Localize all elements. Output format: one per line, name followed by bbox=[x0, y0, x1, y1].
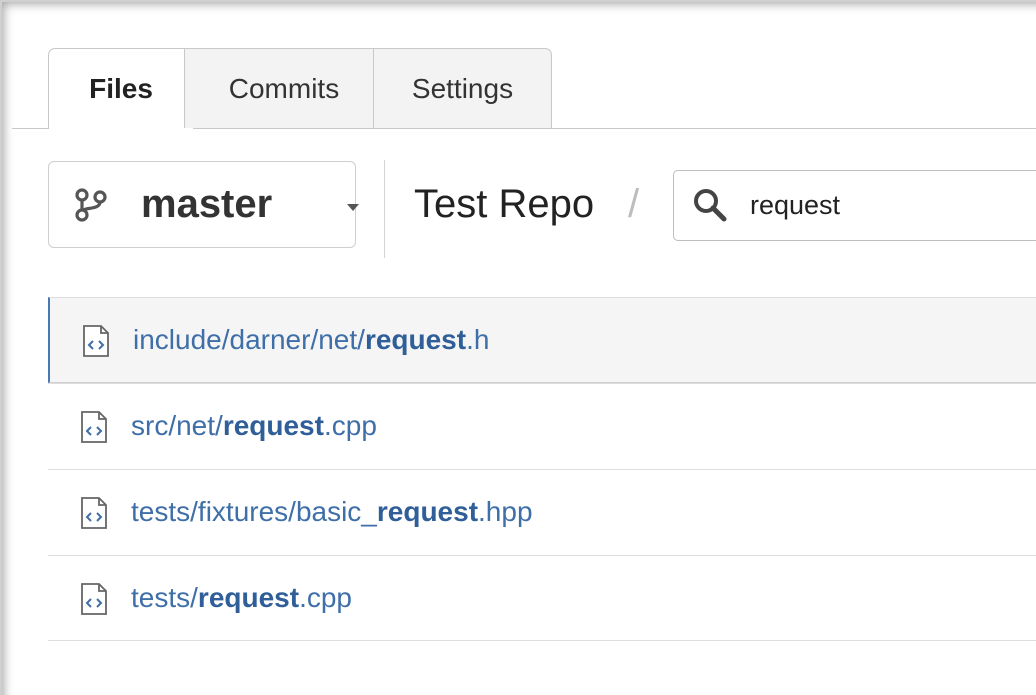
tab-settings[interactable]: Settings bbox=[373, 48, 552, 128]
file-path-link[interactable]: tests/fixtures/basic_request.hpp bbox=[131, 496, 533, 528]
search-icon bbox=[694, 189, 727, 222]
file-path-link[interactable]: tests/request.cpp bbox=[131, 582, 352, 614]
file-row[interactable]: tests/fixtures/basic_request.hpp bbox=[48, 469, 1036, 555]
branch-selector-button[interactable]: master bbox=[48, 161, 359, 248]
code-file-icon bbox=[81, 497, 107, 529]
file-row[interactable]: src/net/request.cpp bbox=[48, 383, 1036, 469]
chevron-down-icon bbox=[347, 204, 359, 211]
file-search-box[interactable] bbox=[673, 170, 1036, 241]
repo-name-link[interactable]: Test Repo bbox=[414, 182, 594, 227]
search-input[interactable] bbox=[750, 185, 1030, 225]
tab-bar: Files Commits Settings bbox=[12, 48, 1036, 129]
code-file-icon bbox=[81, 411, 107, 443]
file-row[interactable]: tests/request.cpp bbox=[48, 555, 1036, 641]
file-path-link[interactable]: include/darner/net/request.h bbox=[133, 324, 489, 356]
file-list: include/darner/net/request.h src/net/req… bbox=[48, 297, 1036, 641]
branch-name: master bbox=[141, 182, 273, 226]
toolbar-divider bbox=[384, 160, 385, 258]
window-frame: Files Commits Settings master Test Repo … bbox=[0, 0, 1036, 695]
tab-commits[interactable]: Commits bbox=[184, 48, 384, 128]
code-file-icon bbox=[81, 583, 107, 615]
tab-files[interactable]: Files bbox=[48, 48, 194, 129]
branch-icon bbox=[75, 188, 107, 222]
file-row[interactable]: include/darner/net/request.h bbox=[48, 297, 1036, 383]
file-path-link[interactable]: src/net/request.cpp bbox=[131, 410, 377, 442]
code-file-icon bbox=[83, 325, 109, 357]
breadcrumb-separator: / bbox=[628, 182, 640, 226]
